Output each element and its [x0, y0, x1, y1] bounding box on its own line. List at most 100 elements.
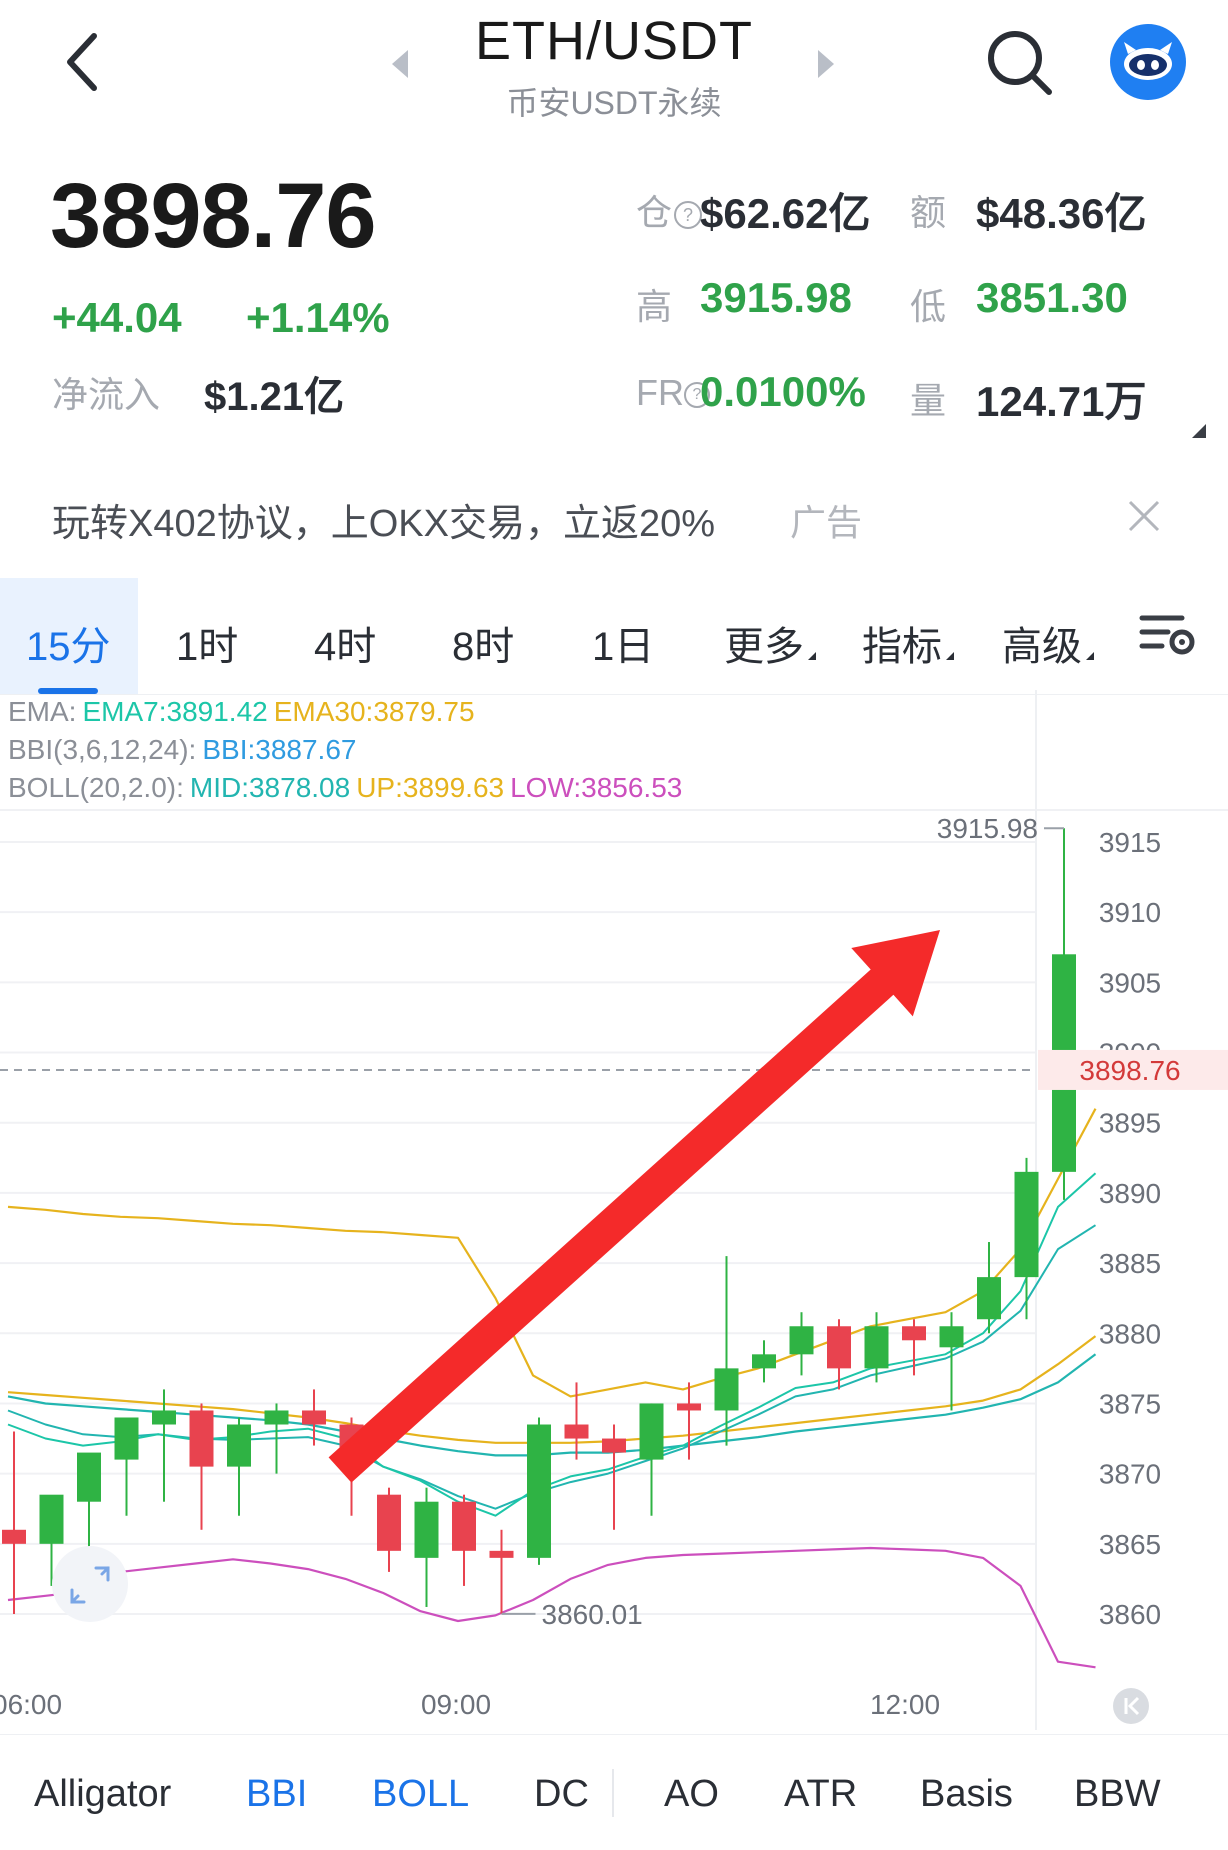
candle-body [677, 1403, 701, 1411]
low-marker-label: 3860.01 [542, 1599, 643, 1630]
volume-label: 量 [910, 380, 947, 421]
tab-advanced[interactable]: 高级 [1002, 614, 1094, 672]
price-tick: 3880 [1099, 1318, 1161, 1349]
price-tick: 3865 [1099, 1529, 1161, 1560]
candle-body [77, 1452, 101, 1502]
trend-arrow-icon [328, 930, 941, 1483]
tab-15m[interactable]: 15分 [26, 614, 111, 672]
candle-body [789, 1326, 814, 1355]
candle-body [977, 1277, 1001, 1320]
funding-rate-value: 0.0100% [700, 368, 866, 415]
time-axis: 06:00 09:00 12:00 [0, 1688, 1149, 1724]
dropdown-corner-icon [808, 652, 816, 660]
tab-8h[interactable]: 8时 [452, 614, 514, 672]
candle-body [864, 1326, 889, 1369]
candle-body [902, 1326, 926, 1341]
timeframe-bar: 15分 1时 4时 8时 1日 更多 指标 高级 [0, 578, 1228, 695]
candle-body [189, 1410, 214, 1467]
candle-body [114, 1417, 139, 1460]
candle-body [377, 1494, 401, 1551]
indicator-alligator[interactable]: Alligator [34, 1773, 171, 1816]
chart-settings-icon[interactable] [1138, 610, 1198, 660]
tab-advanced-label: 高级 [1002, 625, 1082, 669]
price-tick: 3890 [1099, 1178, 1161, 1209]
candle-body [564, 1424, 589, 1439]
ad-text[interactable]: 玩转X402协议，上OKX交易，立返20% [52, 492, 715, 547]
last-price: 3898.76 [50, 165, 377, 267]
current-price-label: 3898.76 [1079, 1055, 1180, 1086]
amount-value: $48.36亿 [976, 190, 1147, 237]
close-icon[interactable] [1124, 496, 1164, 536]
time-tick: 12:00 [870, 1689, 940, 1720]
dropdown-corner-icon [1086, 652, 1094, 660]
time-tick: 06:00 [0, 1689, 62, 1720]
candle-body [2, 1529, 26, 1544]
price-axis: 3915 3910 3905 3895 3890 3885 3880 3875 3870 3865… [1038, 827, 1228, 1630]
candle-body [939, 1326, 964, 1348]
candle-body [714, 1368, 739, 1411]
dropdown-corner-icon [946, 652, 954, 660]
candle-body [302, 1410, 326, 1425]
kline-chart[interactable]: 3915.983860.01 3915391039053895389038853… [0, 690, 1228, 1730]
tab-1h[interactable]: 1时 [176, 614, 238, 672]
tab-indicators[interactable]: 指标 [862, 614, 954, 672]
candle-body [227, 1424, 251, 1467]
candle-body [489, 1550, 514, 1558]
time-tick: 09:00 [421, 1689, 491, 1720]
price-tick: 3870 [1099, 1459, 1161, 1490]
divider [612, 1769, 614, 1817]
indicator-bbw[interactable]: BBW [1074, 1773, 1161, 1816]
candle-body [1014, 1171, 1039, 1278]
net-inflow-label: 净流入 [52, 374, 161, 415]
amount-label: 额 [910, 192, 947, 233]
indicator-atr[interactable]: ATR [784, 1773, 857, 1816]
net-inflow-value: $1.21亿 [204, 375, 345, 419]
candle-body [39, 1494, 64, 1544]
price-tick: 3915 [1099, 827, 1161, 858]
info-icon[interactable]: ? [674, 201, 703, 230]
open-interest-label: 仓? [636, 184, 703, 236]
expand-corner-icon[interactable] [1192, 424, 1206, 438]
ad-tag: 广告 [790, 502, 863, 543]
tab-more-label: 更多 [724, 625, 804, 669]
search-icon[interactable] [985, 28, 1055, 98]
tab-1d[interactable]: 1日 [592, 614, 654, 672]
candle-body [827, 1326, 851, 1369]
candle-body [602, 1438, 626, 1453]
indicator-ao[interactable]: AO [664, 1773, 719, 1816]
top-bar: ETH/USDT 币安USDT永续 [0, 0, 1228, 140]
candle-body [527, 1424, 551, 1558]
candle-body [152, 1410, 176, 1425]
price-change-percent: +1.14% [246, 294, 390, 341]
tab-4h[interactable]: 4时 [314, 614, 376, 672]
volume-value: 124.71万 [976, 378, 1147, 425]
indicator-bbi[interactable]: BBI [246, 1773, 307, 1816]
candle-body [639, 1403, 664, 1460]
open-interest-value: $62.62亿 [700, 190, 871, 237]
price-tick: 3905 [1099, 967, 1161, 998]
candle-body [452, 1501, 476, 1551]
low-label: 低 [910, 286, 947, 327]
next-symbol-icon[interactable] [818, 50, 834, 78]
price-tick: 3885 [1099, 1248, 1161, 1279]
indicator-bar: Alligator BBI BOLL DC AO ATR Basis BBW [0, 1734, 1228, 1850]
price-tick: 3860 [1099, 1599, 1161, 1630]
indicator-boll[interactable]: BOLL [372, 1773, 469, 1816]
price-tick: 3875 [1099, 1388, 1161, 1419]
candle-body [414, 1501, 439, 1558]
avatar[interactable] [1110, 24, 1186, 100]
ema30-line [7, 1335, 1097, 1444]
low-value: 3851.30 [976, 274, 1128, 321]
funding-rate-label: FR? [636, 372, 710, 414]
high-value: 3915.98 [700, 274, 852, 321]
tab-more[interactable]: 更多 [724, 614, 816, 672]
indicator-basis[interactable]: Basis [920, 1773, 1013, 1816]
tab-indicators-label: 指标 [862, 625, 942, 669]
price-tick: 3895 [1099, 1108, 1161, 1139]
price-change: +44.04 [52, 294, 182, 341]
ema7-line [7, 1172, 1097, 1517]
fullscreen-icon [52, 1546, 128, 1622]
candle-body [264, 1410, 289, 1425]
indicator-dc[interactable]: DC [534, 1773, 589, 1816]
boll-upper-line [7, 1108, 1097, 1398]
